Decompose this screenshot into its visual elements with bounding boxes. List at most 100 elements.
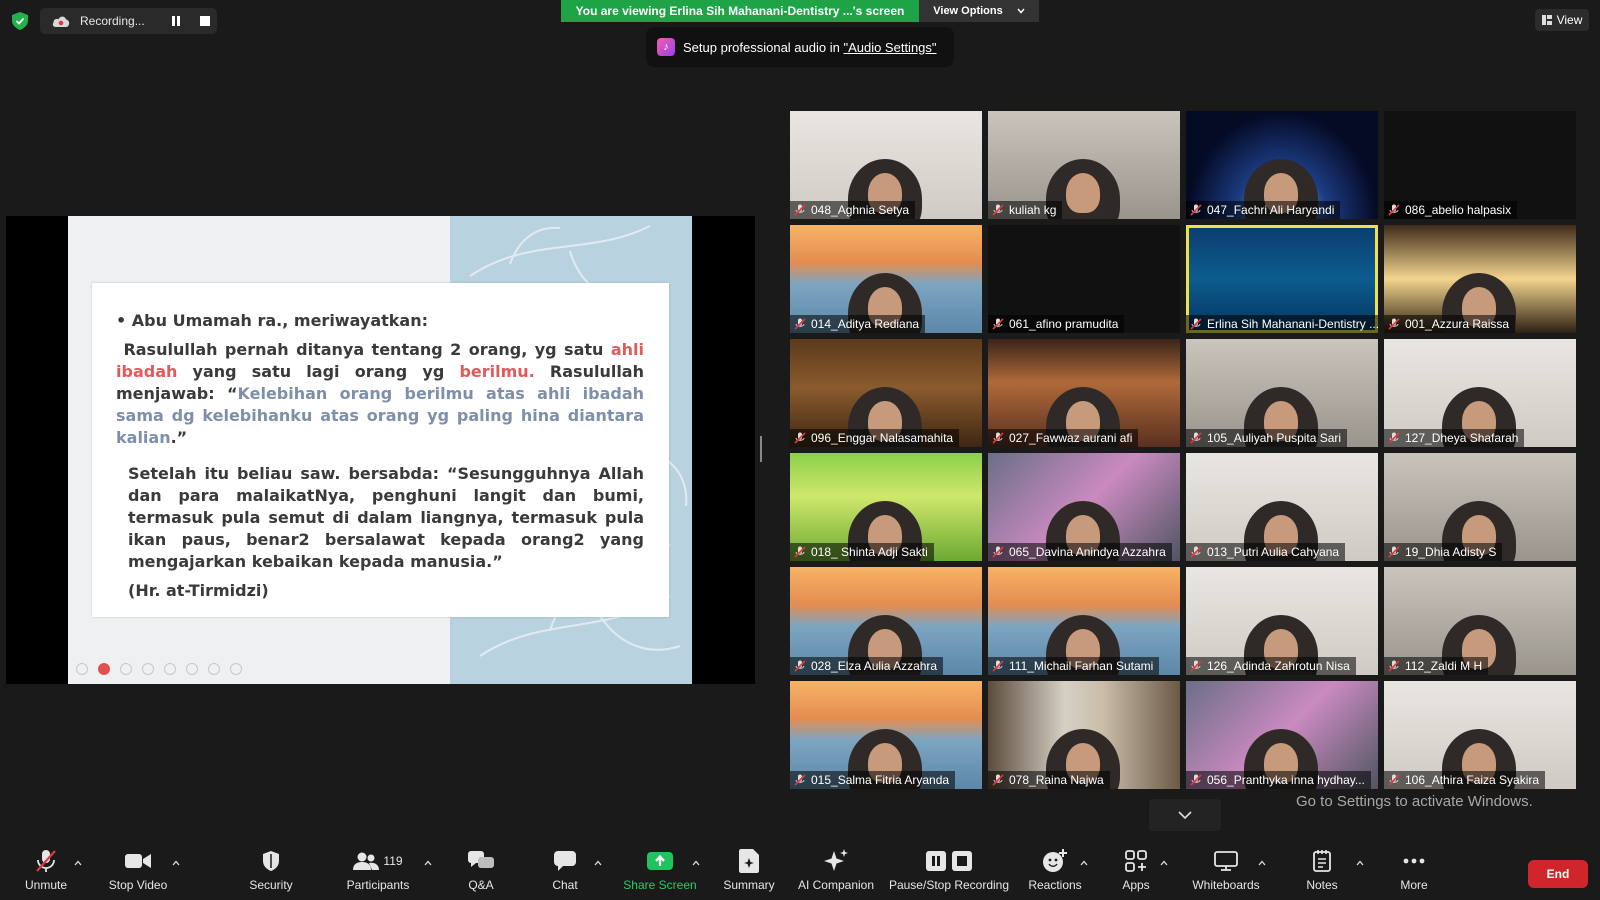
chat-options-caret-icon[interactable] [594,860,602,866]
participant-tile[interactable]: 015_Salma Fitria Aryanda [790,681,982,789]
participant-tile[interactable]: 096_Enggar Nalasamahita [790,339,982,447]
notes-button[interactable]: Notes [1302,846,1342,900]
participant-name-tag: 027_Fawwaz aurani afi [988,429,1139,447]
participants-label: Participants [346,878,410,892]
slide-text-card: • Abu Umamah ra., meriwayatkan: Rasulull… [92,283,669,617]
stop-recording-icon[interactable] [200,16,210,26]
muted-microphone-icon [992,546,1004,558]
participant-tile[interactable]: 013_Putri Aulia Cahyana [1186,453,1378,561]
participant-tile[interactable]: 111_Michail Farhan Sutami [988,567,1180,675]
summary-button[interactable]: Summary [720,846,778,900]
slide-tool-subtitle-icon[interactable] [186,663,198,675]
view-button[interactable]: View [1535,9,1589,31]
muted-microphone-icon [1190,432,1202,444]
presentation-slide: • Abu Umamah ra., meriwayatkan: Rasulull… [68,216,692,684]
viewing-screen-banner: You are viewing Erlina Sih Mahanani-Dent… [561,0,919,22]
participant-name: 028_Elza Aulia Azzahra [811,659,938,673]
whiteboards-button[interactable]: Whiteboards [1188,846,1264,900]
participant-tile[interactable]: 048_Aghnia Setya [790,111,982,219]
sparkle-icon [824,849,848,871]
participants-button[interactable]: 119 Participants [336,846,420,900]
security-shield-icon[interactable] [12,12,28,30]
participant-name: 106_Athira Faiza Syakira [1405,773,1540,787]
apps-button[interactable]: Apps [1118,846,1154,900]
slide-tool-more-icon[interactable] [230,663,242,675]
panel-resize-handle[interactable] [760,436,762,462]
participants-options-caret-icon[interactable] [424,860,432,866]
participant-tile[interactable]: Erlina Sih Mahanani-Dentistry ... [1186,225,1378,333]
whiteboards-options-caret-icon[interactable] [1258,860,1266,866]
participant-tile[interactable]: 112_Zaldi M H [1384,567,1576,675]
slide-tool-copy-icon[interactable] [142,663,154,675]
video-options-caret-icon[interactable] [172,860,180,866]
security-button[interactable]: Security [240,846,302,900]
pause-stop-recording-button[interactable]: Pause/Stop Recording [888,846,1010,900]
slide-tool-back-icon[interactable] [76,663,88,675]
view-options-button[interactable]: View Options [919,0,1039,22]
slide-tool-pointer-icon[interactable] [98,663,110,675]
slide-tool-zoom-icon[interactable] [164,663,176,675]
participant-name: 086_abelio halpasix [1405,203,1512,217]
participant-tile[interactable]: 001_Azzura Raissa [1384,225,1576,333]
participant-tile[interactable]: 061_afino pramudita [988,225,1180,333]
participant-tile[interactable]: 047_Fachri Ali Haryandi [1186,111,1378,219]
muted-microphone-icon [794,660,806,672]
share-screen-button[interactable]: Share Screen [622,846,698,900]
reaction-smiley-icon [1043,849,1067,872]
pause-stop-icon [926,851,972,871]
p1-text-d: .” [170,428,188,447]
muted-microphone-icon [1388,204,1400,216]
participant-tile[interactable]: 018_ Shinta Adji Sakti [790,453,982,561]
apps-options-caret-icon[interactable] [1160,860,1168,866]
participant-tile[interactable]: 014_Aditya Rediana [790,225,982,333]
notes-options-caret-icon[interactable] [1356,860,1364,866]
security-shield-icon [263,851,279,871]
more-button[interactable]: More [1394,846,1434,900]
pause-recording-icon[interactable] [171,16,181,26]
participant-tile[interactable]: 106_Athira Faiza Syakira [1384,681,1576,789]
participant-name: 096_Enggar Nalasamahita [811,431,954,445]
summary-label: Summary [723,878,775,892]
participant-tile[interactable]: 127_Dheya Shafarah [1384,339,1576,447]
participant-name: Erlina Sih Mahanani-Dentistry ... [1207,317,1378,331]
participant-tile[interactable]: 065_Davina Anindya Azzahra [988,453,1180,561]
participant-tile[interactable]: 027_Fawwaz aurani afi [988,339,1180,447]
participant-name-tag: 106_Athira Faiza Syakira [1384,771,1546,789]
pause-stop-recording-label: Pause/Stop Recording [888,878,1010,892]
chevron-down-icon [1178,811,1192,819]
gallery-scroll-down-button[interactable] [1149,799,1221,831]
participant-tile[interactable]: 105_Auliyah Puspita Sari [1186,339,1378,447]
stop-video-button[interactable]: Stop Video [104,846,172,900]
slide-tool-pen-icon[interactable] [120,663,132,675]
participant-name: 111_Michail Farhan Sutami [1009,659,1154,673]
participant-tile[interactable]: kuliah kg [988,111,1180,219]
share-options-caret-icon[interactable] [692,860,700,866]
share-screen-icon [647,852,673,870]
unmute-button[interactable]: Unmute [16,846,76,900]
participant-name: kuliah kg [1009,203,1057,217]
participant-name: 127_Dheya Shafarah [1405,431,1519,445]
cloud-icon [52,16,70,27]
audio-options-caret-icon[interactable] [74,860,82,866]
end-meeting-button[interactable]: End [1528,860,1588,888]
participant-tile[interactable]: 19_Dhia Adisty S [1384,453,1576,561]
participant-tile[interactable]: 086_abelio halpasix [1384,111,1576,219]
chat-button[interactable]: Chat [546,846,584,900]
muted-microphone-icon [1388,318,1400,330]
participant-tile[interactable]: 126_Adinda Zahrotun Nisa [1186,567,1378,675]
participant-face [1066,173,1100,213]
ai-companion-button[interactable]: AI Companion [796,846,876,900]
slide-paragraph-2: Setelah itu beliau saw. bersabda: “Sesun… [128,464,644,571]
participant-tile[interactable]: 078_Raina Najwa [988,681,1180,789]
participant-tile[interactable]: 056_Pranthyka inna hydhay... [1186,681,1378,789]
audio-settings-link[interactable]: "Audio Settings" [843,40,936,55]
participant-tile[interactable]: 028_Elza Aulia Azzahra [790,567,982,675]
qa-button[interactable]: Q&A [460,846,502,900]
reactions-button[interactable]: Reactions [1026,846,1084,900]
participant-name: 048_Aghnia Setya [811,203,910,217]
participant-name: 19_Dhia Adisty S [1405,545,1497,559]
slide-tool-camera-icon[interactable] [208,663,220,675]
view-options-label: View Options [933,5,1003,17]
reactions-options-caret-icon[interactable] [1080,860,1088,866]
apps-label: Apps [1122,878,1150,892]
